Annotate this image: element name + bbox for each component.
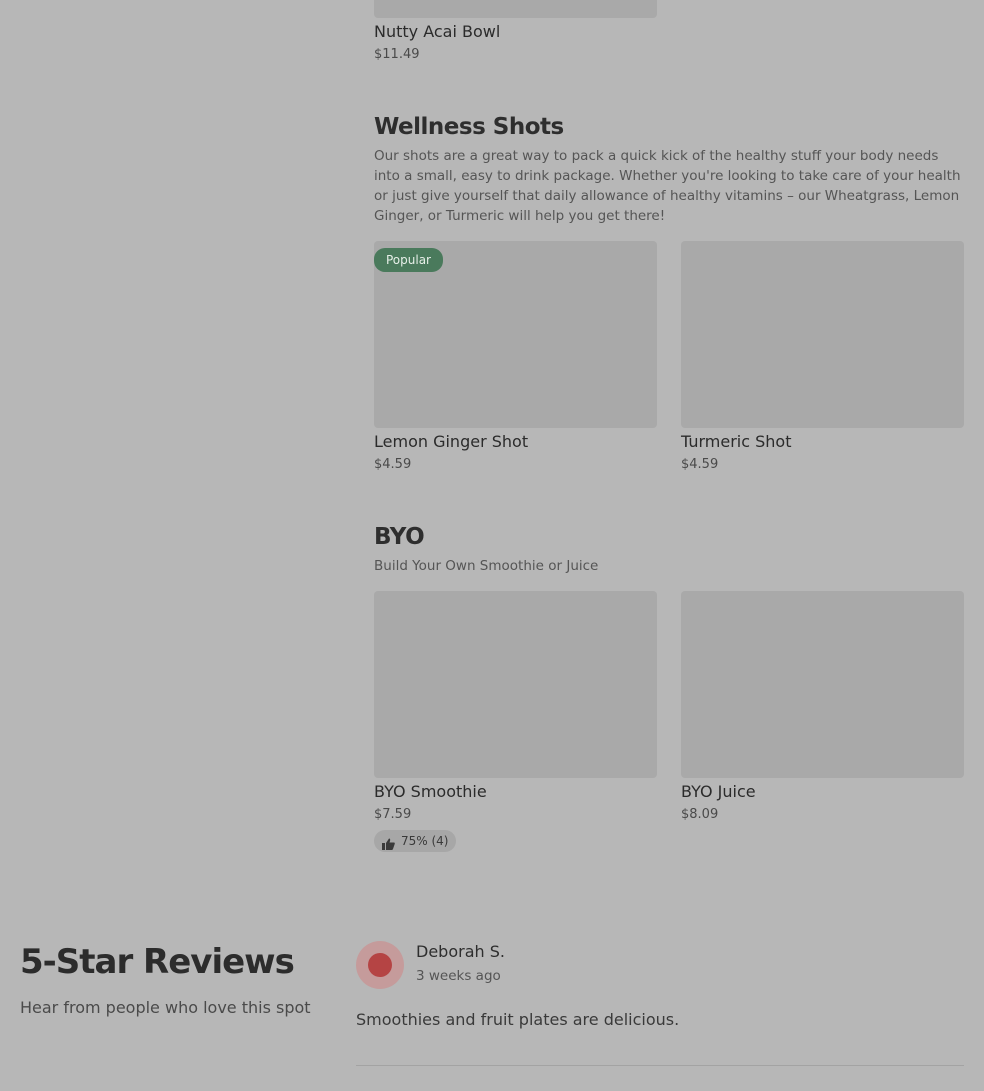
menu-item-price: $8.09 <box>681 807 719 822</box>
reviews-subtitle: Hear from people who love this spot <box>20 998 311 1017</box>
menu-item-name[interactable]: BYO Smoothie <box>374 782 487 801</box>
menu-item-name[interactable]: Turmeric Shot <box>681 432 791 451</box>
reviewer-name: Deborah S. <box>416 942 505 961</box>
review-text: Smoothies and fruit plates are delicious… <box>356 1010 680 1029</box>
review-timestamp: 3 weeks ago <box>416 968 501 984</box>
rating-chip: 75% (4) <box>374 830 457 852</box>
reviews-title: 5-Star Reviews <box>20 942 295 982</box>
section-description-wellness: Our shots are a great way to pack a quic… <box>374 148 961 224</box>
menu-item-name[interactable]: Nutty Acai Bowl <box>374 22 500 41</box>
menu-item-name[interactable]: Lemon Ginger Shot <box>374 432 528 451</box>
popular-badge: Popular <box>374 248 443 272</box>
section-title-byo: BYO <box>374 524 425 550</box>
rating-text: 75% (4) <box>401 834 449 848</box>
menu-item-name[interactable]: BYO Juice <box>681 782 756 801</box>
menu-item-image[interactable] <box>681 241 964 428</box>
thumbs-up-icon <box>382 835 395 850</box>
divider <box>356 1065 964 1066</box>
section-title-wellness: Wellness Shots <box>374 114 564 140</box>
menu-item-price: $11.49 <box>374 47 420 62</box>
menu-item-image[interactable] <box>374 591 657 778</box>
avatar-image <box>368 953 392 977</box>
avatar <box>356 941 404 989</box>
menu-item-image[interactable] <box>681 591 964 778</box>
menu-item-image[interactable] <box>374 0 657 18</box>
menu-item-price: $4.59 <box>681 457 719 472</box>
menu-item-price: $4.59 <box>374 457 412 472</box>
section-description-byo: Build Your Own Smoothie or Juice <box>374 558 599 574</box>
menu-item-price: $7.59 <box>374 807 412 822</box>
